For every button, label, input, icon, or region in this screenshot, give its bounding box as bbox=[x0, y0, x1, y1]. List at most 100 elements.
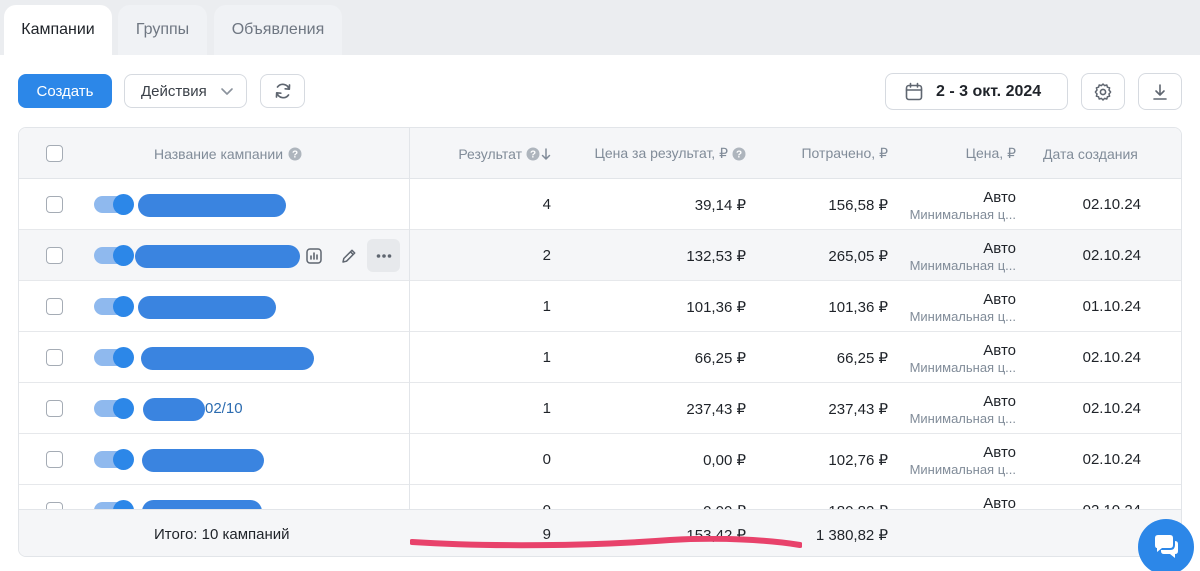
row-checkbox[interactable] bbox=[46, 298, 63, 315]
redacted-campaign-name[interactable] bbox=[143, 398, 205, 421]
header-spent[interactable]: Потрачено, ₽ bbox=[759, 128, 888, 179]
price-mode: Авто bbox=[983, 189, 1016, 206]
redacted-campaign-name[interactable] bbox=[135, 245, 300, 268]
tab-ads[interactable]: Объявления bbox=[214, 5, 342, 55]
row-checkbox[interactable] bbox=[46, 400, 63, 417]
campaign-toggle[interactable] bbox=[94, 398, 134, 419]
cell-result: 1 bbox=[542, 400, 551, 417]
cell-spent: 265,05 ₽ bbox=[828, 247, 888, 265]
cell-cost-per-result: 39,14 ₽ bbox=[694, 196, 746, 214]
date-range-label: 2 - 3 окт. 2024 bbox=[936, 82, 1042, 100]
select-all-checkbox[interactable] bbox=[46, 145, 63, 162]
cell-price: Авто Минимальная ц... bbox=[879, 332, 1016, 383]
redacted-campaign-name[interactable] bbox=[142, 449, 264, 472]
more-button[interactable] bbox=[367, 239, 400, 272]
header-created[interactable]: Дата создания bbox=[1043, 128, 1138, 179]
campaigns-table: Название кампании ? Результат ? Цена за … bbox=[18, 127, 1182, 557]
pencil-icon bbox=[341, 249, 355, 263]
svg-text:?: ? bbox=[736, 149, 742, 160]
table-header: Название кампании ? Результат ? Цена за … bbox=[19, 128, 1181, 179]
help-icon: ? bbox=[732, 147, 746, 160]
cell-cost-per-result: 66,25 ₽ bbox=[694, 349, 746, 367]
row-checkbox[interactable] bbox=[46, 451, 63, 468]
campaign-toggle[interactable] bbox=[94, 245, 134, 266]
header-name[interactable]: Название кампании ? bbox=[154, 128, 302, 179]
sort-down-icon bbox=[541, 147, 551, 160]
cell-created: 02.10.24 bbox=[1082, 349, 1141, 366]
campaign-toggle[interactable] bbox=[94, 449, 134, 470]
redacted-campaign-name[interactable] bbox=[138, 194, 286, 217]
price-mode: Авто bbox=[983, 240, 1016, 257]
download-icon bbox=[1153, 83, 1167, 100]
create-button[interactable]: Создать bbox=[18, 74, 112, 108]
campaign-toggle[interactable] bbox=[94, 347, 134, 368]
help-icon: ? bbox=[288, 147, 302, 160]
tab-groups[interactable]: Группы bbox=[118, 5, 207, 55]
refresh-icon bbox=[275, 83, 290, 99]
svg-text:?: ? bbox=[292, 149, 298, 160]
cell-spent: 102,76 ₽ bbox=[828, 451, 888, 469]
more-dots-icon bbox=[376, 253, 391, 258]
redacted-campaign-name[interactable] bbox=[138, 296, 276, 319]
download-button[interactable] bbox=[1138, 73, 1182, 110]
price-strategy: Минимальная ц... bbox=[909, 207, 1016, 222]
redacted-campaign-name[interactable] bbox=[141, 347, 314, 370]
stats-button[interactable] bbox=[297, 239, 330, 272]
cell-price: Авто Минимальная ц... bbox=[879, 281, 1016, 332]
settings-button[interactable] bbox=[1081, 73, 1125, 110]
price-mode: Авто bbox=[983, 444, 1016, 461]
gear-icon bbox=[1094, 82, 1112, 101]
cell-result: 2 bbox=[542, 247, 551, 264]
cell-created: 02.10.24 bbox=[1082, 400, 1141, 417]
table-row[interactable]: 2 132,53 ₽ 265,05 ₽ Авто Минимальная ц..… bbox=[19, 230, 1181, 281]
table-row[interactable]: 4 39,14 ₽ 156,58 ₽ Авто Минимальная ц...… bbox=[19, 179, 1181, 230]
table-row[interactable]: 0 0,00 ₽ 102,76 ₽ Авто Минимальная ц... … bbox=[19, 434, 1181, 485]
chevron-down-icon bbox=[221, 88, 233, 95]
chat-button[interactable] bbox=[1138, 519, 1194, 571]
row-actions bbox=[297, 239, 402, 272]
price-mode: Авто bbox=[983, 393, 1016, 410]
price-strategy: Минимальная ц... bbox=[909, 411, 1016, 426]
header-price[interactable]: Цена, ₽ bbox=[899, 128, 1016, 179]
tab-campaigns[interactable]: Кампании bbox=[4, 5, 112, 55]
edit-button[interactable] bbox=[332, 239, 365, 272]
chart-icon bbox=[305, 247, 322, 264]
table-row[interactable]: 1 66,25 ₽ 66,25 ₽ Авто Минимальная ц... … bbox=[19, 332, 1181, 383]
price-strategy: Минимальная ц... bbox=[909, 309, 1016, 324]
price-strategy: Минимальная ц... bbox=[909, 462, 1016, 477]
campaign-toggle[interactable] bbox=[94, 296, 134, 317]
cell-created: 01.10.24 bbox=[1082, 298, 1141, 315]
campaign-name-suffix[interactable]: 02/10 bbox=[205, 383, 243, 434]
row-checkbox[interactable] bbox=[46, 247, 63, 264]
table-row[interactable]: 02/10 1 237,43 ₽ 237,43 ₽ Авто Минимальн… bbox=[19, 383, 1181, 434]
table-row[interactable]: 1 101,36 ₽ 101,36 ₽ Авто Минимальная ц..… bbox=[19, 281, 1181, 332]
actions-dropdown[interactable]: Действия bbox=[124, 74, 247, 108]
cell-spent: 101,36 ₽ bbox=[828, 298, 888, 316]
help-icon: ? bbox=[526, 147, 540, 160]
cell-result: 0 bbox=[542, 451, 551, 468]
cell-cost-per-result: 101,36 ₽ bbox=[686, 298, 746, 316]
cell-cost-per-result: 0,00 ₽ bbox=[703, 451, 746, 469]
actions-label: Действия bbox=[141, 82, 207, 100]
column-divider bbox=[409, 128, 410, 509]
cell-spent: 237,43 ₽ bbox=[828, 400, 888, 418]
price-mode: Авто bbox=[983, 291, 1016, 308]
cell-created: 02.10.24 bbox=[1082, 451, 1141, 468]
svg-text:?: ? bbox=[530, 149, 536, 160]
campaigns-panel: Создать Действия 2 - 3 окт. 2024 Названи… bbox=[0, 55, 1200, 571]
header-cost-per-result[interactable]: Цена за результат, ₽ ? bbox=[559, 128, 746, 179]
date-range-picker[interactable]: 2 - 3 окт. 2024 bbox=[885, 73, 1068, 110]
campaign-toggle[interactable] bbox=[94, 194, 134, 215]
tabs-bar: Кампании Группы Объявления bbox=[0, 0, 1200, 55]
refresh-button[interactable] bbox=[260, 74, 305, 108]
header-result[interactable]: Результат ? bbox=[439, 128, 551, 179]
cell-result: 1 bbox=[542, 298, 551, 315]
price-mode: Авто bbox=[983, 342, 1016, 359]
row-checkbox[interactable] bbox=[46, 349, 63, 366]
cell-cost-per-result: 132,53 ₽ bbox=[686, 247, 746, 265]
cell-result: 4 bbox=[542, 196, 551, 213]
row-checkbox[interactable] bbox=[46, 196, 63, 213]
calendar-icon bbox=[905, 82, 923, 100]
cell-price: Авто Минимальная ц... bbox=[879, 383, 1016, 434]
cell-cost-per-result: 237,43 ₽ bbox=[686, 400, 746, 418]
